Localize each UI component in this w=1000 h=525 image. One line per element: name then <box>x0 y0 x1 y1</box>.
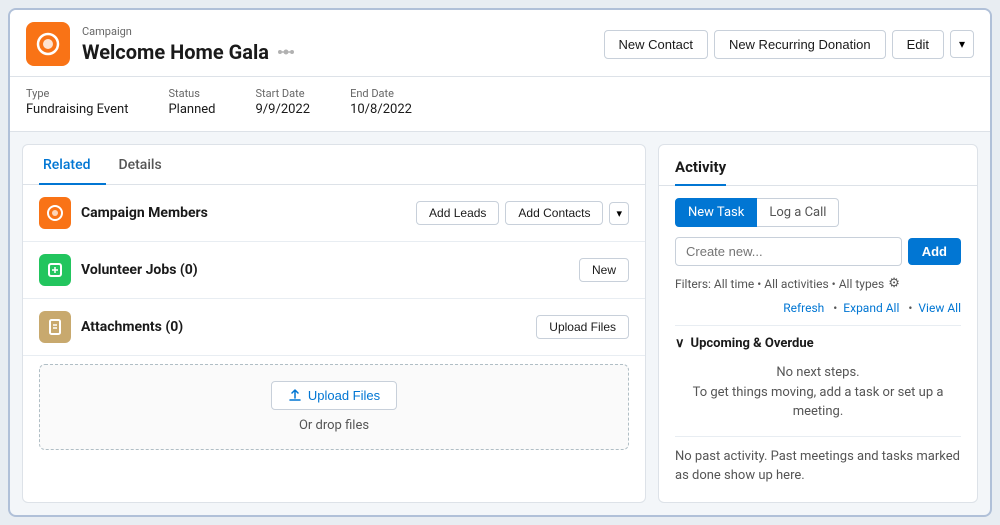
upcoming-chevron-icon: ∨ <box>675 336 685 351</box>
start-date-label: Start Date <box>255 87 310 100</box>
attachments-title: Attachments (0) <box>81 319 183 335</box>
tabs: Related Details <box>23 145 645 185</box>
header-actions: New Contact New Recurring Donation Edit … <box>604 30 974 59</box>
new-recurring-donation-button[interactable]: New Recurring Donation <box>714 30 886 59</box>
type-label: Type <box>26 87 128 100</box>
attachments-actions: Upload Files <box>536 315 629 339</box>
attachments-svg <box>46 318 64 336</box>
campaign-members-icon <box>39 197 71 229</box>
upcoming-empty: No next steps. To get things moving, add… <box>675 359 961 426</box>
volunteer-jobs-title: Volunteer Jobs (0) <box>81 262 198 278</box>
campaign-title-text: Welcome Home Gala <box>82 40 269 64</box>
volunteer-svg <box>46 261 64 279</box>
filters-row: Filters: All time • All activities • All… <box>675 276 961 291</box>
refresh-link[interactable]: Refresh <box>783 301 837 315</box>
tab-new-task[interactable]: New Task <box>675 198 757 227</box>
status-label: Status <box>168 87 215 100</box>
upcoming-section: ∨ Upcoming & Overdue No next steps. To g… <box>675 325 961 426</box>
add-button[interactable]: Add <box>908 238 961 265</box>
app-icon <box>26 22 70 66</box>
upload-files-button[interactable]: Upload Files <box>271 381 397 410</box>
campaign-icon <box>34 30 62 58</box>
task-tabs: New Task Log a Call <box>675 198 961 227</box>
members-svg <box>46 204 64 222</box>
add-leads-button[interactable]: Add Leads <box>416 201 499 225</box>
expand-all-link[interactable]: Expand All <box>843 301 912 315</box>
edit-button[interactable]: Edit <box>892 30 944 59</box>
gear-icon[interactable]: ⚙ <box>888 276 900 291</box>
create-row: Add <box>675 237 961 266</box>
end-date-field: End Date 10/8/2022 <box>350 87 412 117</box>
past-activity-text: No past activity. Past meetings and task… <box>675 436 961 486</box>
volunteer-jobs-section: Volunteer Jobs (0) New <box>23 242 645 299</box>
status-field: Status Planned <box>168 87 215 117</box>
tab-log-call[interactable]: Log a Call <box>757 198 839 227</box>
new-volunteer-job-button[interactable]: New <box>579 258 629 282</box>
campaign-members-section: Campaign Members Add Leads Add Contacts … <box>23 185 645 242</box>
campaign-title: Welcome Home Gala <box>82 40 295 64</box>
volunteer-actions: New <box>579 258 629 282</box>
right-panel: Activity New Task Log a Call Add Filters… <box>658 144 978 503</box>
upcoming-title: ∨ Upcoming & Overdue <box>675 336 961 351</box>
section-left: Campaign Members <box>39 197 208 229</box>
add-contacts-button[interactable]: Add Contacts <box>505 201 603 225</box>
meta-row: Type Fundraising Event Status Planned St… <box>10 77 990 132</box>
new-contact-button[interactable]: New Contact <box>604 30 708 59</box>
tab-related[interactable]: Related <box>39 145 106 185</box>
campaign-label: Campaign <box>82 25 295 38</box>
attachments-icon <box>39 311 71 343</box>
title-block: Campaign Welcome Home Gala <box>82 25 295 64</box>
volunteer-section-left: Volunteer Jobs (0) <box>39 254 198 286</box>
drop-text: Or drop files <box>299 418 369 433</box>
upcoming-line2: To get things moving, add a task or set … <box>675 383 961 422</box>
campaign-members-actions: Add Leads Add Contacts ▾ <box>416 201 629 225</box>
header: Campaign Welcome Home Gala New Contact N… <box>10 10 990 77</box>
upload-drop-area: Upload Files Or drop files <box>39 364 629 450</box>
upload-files-inline-button[interactable]: Upload Files <box>536 315 629 339</box>
upcoming-title-text: Upcoming & Overdue <box>691 336 814 351</box>
volunteer-jobs-icon <box>39 254 71 286</box>
view-all-link[interactable]: View All <box>918 301 961 315</box>
end-date-label: End Date <box>350 87 412 100</box>
upcoming-line1: No next steps. <box>675 363 961 383</box>
type-field: Type Fundraising Event <box>26 87 128 117</box>
activity-title: Activity <box>675 158 726 186</box>
status-value: Planned <box>168 102 215 117</box>
create-new-input[interactable] <box>675 237 902 266</box>
activity-body: New Task Log a Call Add Filters: All tim… <box>659 186 977 502</box>
activity-header: Activity <box>659 145 977 186</box>
app-window: Campaign Welcome Home Gala New Contact N… <box>8 8 992 517</box>
type-value: Fundraising Event <box>26 102 128 117</box>
start-date-field: Start Date 9/9/2022 <box>255 87 310 117</box>
start-date-value: 9/9/2022 <box>255 102 310 117</box>
upload-files-label: Upload Files <box>308 388 380 403</box>
network-icon <box>277 43 295 61</box>
attachments-section: Attachments (0) Upload Files <box>23 299 645 356</box>
end-date-value: 10/8/2022 <box>350 102 412 117</box>
main-content: Related Details Campaign Members <box>10 132 990 515</box>
filter-links: Refresh Expand All View All <box>675 301 961 315</box>
tab-details[interactable]: Details <box>114 145 177 185</box>
members-chevron-button[interactable]: ▾ <box>609 202 629 225</box>
campaign-members-title: Campaign Members <box>81 205 208 221</box>
filters-text: Filters: All time • All activities • All… <box>675 277 884 291</box>
upload-icon <box>288 389 302 403</box>
header-left: Campaign Welcome Home Gala <box>26 22 295 66</box>
dropdown-button[interactable]: ▾ <box>950 30 974 58</box>
left-panel: Related Details Campaign Members <box>22 144 646 503</box>
attachments-section-left: Attachments (0) <box>39 311 183 343</box>
